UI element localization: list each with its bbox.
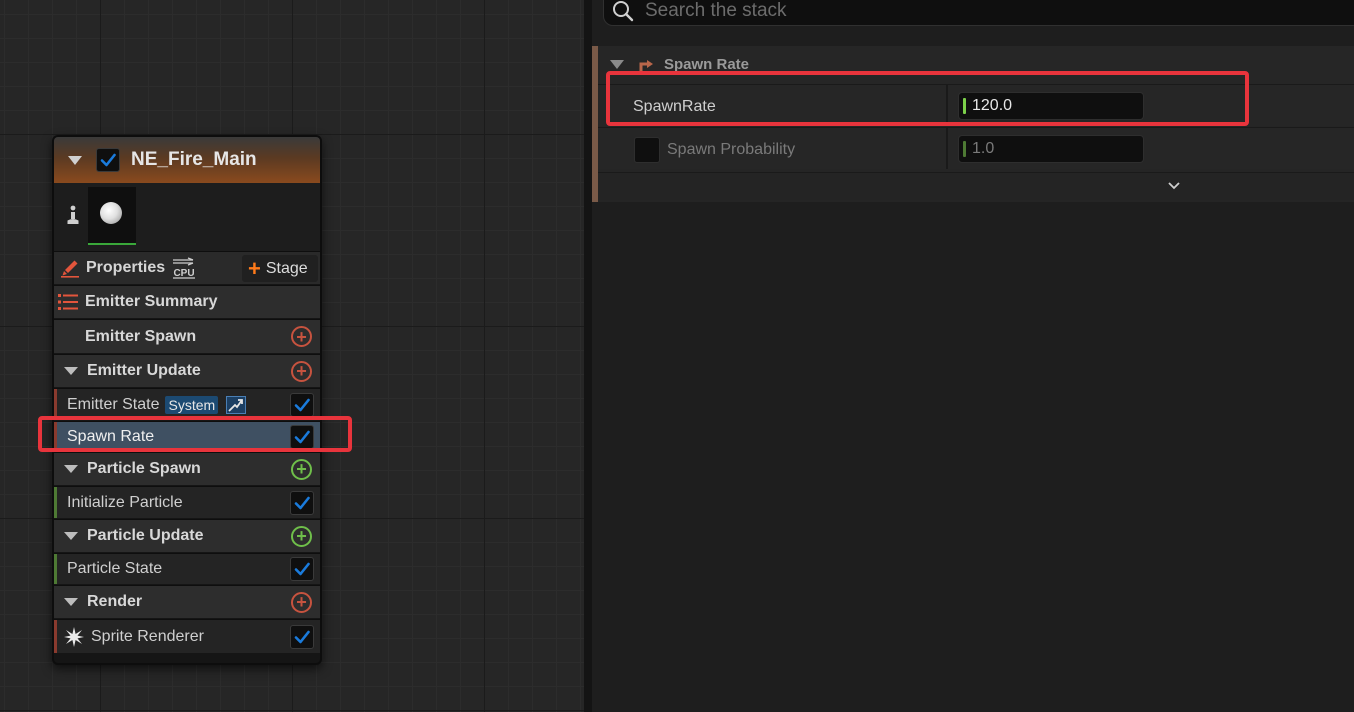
emitter-thumbnail-row	[54, 183, 320, 251]
module-label: Emitter State	[67, 395, 160, 413]
search-input[interactable]	[645, 0, 1245, 22]
module-enabled-checkbox[interactable]	[290, 490, 314, 515]
system-badge: System	[165, 395, 219, 414]
collapse-triangle-icon[interactable]	[64, 532, 78, 540]
panel-splitter[interactable]	[584, 0, 592, 712]
checkmark-icon	[294, 562, 310, 576]
collapse-triangle-icon[interactable]	[64, 367, 78, 375]
module-label: Initialize Particle	[67, 493, 183, 511]
render-label: Render	[87, 593, 143, 610]
module-accent-bar	[54, 620, 57, 653]
emitter-spawn-group[interactable]: Emitter Spawn +	[54, 319, 320, 353]
emitter-node[interactable]: NE_Fire_Main Properties CPU + Stage Emit…	[52, 135, 322, 665]
chevron-down-icon[interactable]	[1168, 181, 1180, 191]
checkmark-icon	[294, 496, 310, 509]
emitter-summary-row[interactable]: Emitter Summary	[54, 285, 320, 318]
particle-update-group[interactable]: Particle Update +	[54, 519, 320, 552]
checkmark-icon	[294, 630, 310, 643]
selection-highlight	[606, 71, 1249, 126]
sprite-burst-icon	[64, 626, 84, 647]
emitter-title: NE_Fire_Main	[131, 149, 257, 170]
property-label: Spawn Probability	[667, 141, 796, 158]
module-enabled-checkbox[interactable]	[290, 392, 314, 417]
collapse-triangle-icon[interactable]	[64, 465, 78, 473]
particle-spawn-label: Particle Spawn	[87, 460, 201, 477]
collapse-triangle-icon[interactable]	[64, 598, 78, 606]
module-enabled-checkbox[interactable]	[290, 557, 314, 581]
emitter-spawn-label: Emitter Spawn	[85, 327, 197, 345]
spawn-probability-input[interactable]	[972, 140, 1132, 158]
spawn-probability-checkbox[interactable]	[634, 137, 660, 163]
checkmark-icon	[294, 398, 310, 411]
collapse-triangle-icon[interactable]	[610, 60, 624, 69]
module-enabled-checkbox[interactable]	[290, 624, 314, 649]
emitter-update-label: Emitter Update	[87, 362, 201, 379]
property-row-spawn-probability: Spawn Probability	[598, 127, 1354, 169]
module-row-sprite-renderer[interactable]: Sprite Renderer	[54, 619, 320, 653]
checkmark-icon	[100, 153, 116, 167]
add-module-button[interactable]: +	[291, 326, 312, 347]
emitter-thumbnail[interactable]	[88, 187, 136, 245]
stage-label: Stage	[265, 259, 308, 277]
module-row-initialize-particle[interactable]: Initialize Particle	[54, 486, 320, 518]
list-icon	[58, 294, 78, 310]
person-icon[interactable]	[66, 205, 80, 227]
module-label: Particle State	[67, 560, 163, 577]
module-label: Sprite Renderer	[91, 627, 204, 645]
value-indicator	[963, 141, 966, 157]
brush-icon	[61, 260, 79, 278]
emitter-enabled-checkbox[interactable]	[96, 148, 120, 172]
add-stage-button[interactable]: + Stage	[242, 255, 318, 282]
cpu-icon: CPU	[173, 257, 196, 279]
emitter-node-header[interactable]: NE_Fire_Main	[54, 137, 320, 183]
column-divider[interactable]	[946, 128, 948, 169]
add-module-button[interactable]: +	[291, 360, 312, 382]
selection-highlight	[38, 416, 352, 452]
show-advanced-row[interactable]	[598, 172, 1354, 200]
collapse-triangle-icon[interactable]	[68, 155, 82, 165]
properties-row[interactable]: Properties CPU + Stage	[54, 251, 320, 284]
search-icon	[613, 1, 634, 22]
emitter-summary-label: Emitter Summary	[85, 293, 218, 310]
render-group[interactable]: Render +	[54, 585, 320, 618]
properties-label: Properties	[86, 259, 166, 276]
chart-arrow-icon	[226, 395, 247, 414]
plus-icon: +	[248, 255, 261, 281]
spawn-probability-field[interactable]	[958, 135, 1144, 163]
add-renderer-button[interactable]: +	[291, 591, 312, 613]
stack-search-box[interactable]	[603, 0, 1354, 26]
module-row-particle-state[interactable]: Particle State	[54, 553, 320, 584]
particle-spawn-group[interactable]: Particle Spawn +	[54, 452, 320, 485]
add-module-button[interactable]: +	[291, 458, 312, 480]
graph-canvas[interactable]: NE_Fire_Main Properties CPU + Stage Emit…	[0, 0, 590, 712]
particle-preview-icon	[100, 202, 122, 224]
emitter-update-group[interactable]: Emitter Update +	[54, 354, 320, 387]
particle-update-label: Particle Update	[87, 527, 204, 544]
add-module-button[interactable]: +	[291, 525, 312, 547]
module-accent-bar	[54, 487, 57, 518]
module-accent-bar	[54, 554, 57, 584]
